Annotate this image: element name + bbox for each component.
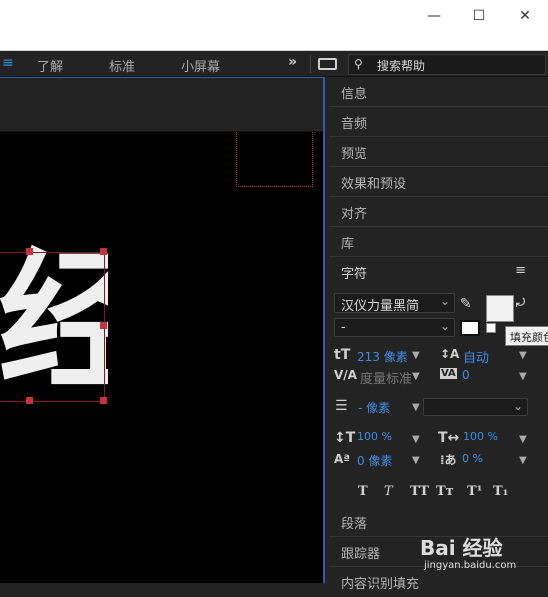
maximize-icon: ☐ [472, 7, 486, 24]
eyedropper-icon[interactable]: ✎ [460, 296, 472, 312]
chevron-down-icon[interactable]: ▼ [412, 350, 420, 361]
minimize-icon: — [427, 7, 441, 24]
panel-character[interactable]: 字符 ≡ [329, 257, 548, 287]
panel-effects-presets[interactable]: 效果和预设 [329, 167, 548, 197]
stroke-width-icon: ☰ [335, 398, 348, 414]
search-help-input[interactable]: ⚲ 搜索帮助 [348, 54, 546, 75]
composition-header [0, 78, 323, 132]
chevron-down-icon: ⌄ [439, 319, 450, 333]
font-size-value[interactable]: 213 像素 [357, 348, 408, 365]
leading-value[interactable]: 自动 [463, 347, 489, 366]
transform-handle[interactable] [26, 397, 33, 404]
faux-italic-button[interactable]: T [384, 484, 393, 499]
text-layer-glyph[interactable]: 经 [0, 243, 108, 403]
all-caps-button[interactable]: TT [410, 484, 429, 499]
kerning-value[interactable]: 度量标准 [360, 368, 412, 387]
fill-color-swatch[interactable] [486, 295, 514, 322]
font-size-icon: tT [334, 347, 351, 363]
leading-icon: ↕A [440, 347, 460, 361]
faux-bold-button[interactable]: T [358, 484, 368, 499]
tsume-value[interactable]: 0 % [462, 452, 483, 465]
panel-info[interactable]: 信息 [329, 77, 548, 107]
baseline-shift-icon: Aª [334, 452, 351, 466]
close-icon: ✕ [519, 7, 531, 24]
small-caps-button[interactable]: Tт [436, 484, 454, 499]
panel-align[interactable]: 对齐 [329, 197, 548, 227]
workspace-small-screen[interactable]: 小屏幕 [181, 56, 220, 75]
chevron-down-icon: ⌄ [439, 294, 450, 308]
tsume-icon: ⁞あ [440, 453, 457, 467]
chevron-down-icon[interactable]: ▼ [412, 402, 420, 413]
chevron-down-icon[interactable]: ▼ [519, 455, 527, 466]
font-family-dropdown[interactable]: 汉仪力量黑简 ⌄ [334, 293, 455, 314]
subscript-button[interactable]: T₁ [493, 484, 508, 499]
chevron-down-icon[interactable]: ▼ [412, 434, 420, 445]
search-icon: ⚲ [354, 57, 363, 71]
panel-libraries[interactable]: 库 [329, 227, 548, 257]
watermark-logo: Bai 经验 [420, 536, 503, 560]
tracking-value[interactable]: 0 [462, 368, 470, 382]
tracking-icon: VA [440, 368, 457, 379]
stroke-color-swatch[interactable] [460, 320, 480, 336]
horizontal-scale-value[interactable]: 100 % [463, 430, 498, 443]
title-safe-guide [236, 132, 313, 187]
workspace-bar: ≡ 了解 标准 小屏幕 » ⚲ 搜索帮助 [0, 51, 548, 77]
transform-handle[interactable] [100, 397, 107, 404]
transform-handle[interactable] [26, 248, 33, 255]
watermark-url: jingyan.baidu.com [424, 560, 517, 571]
title-bar: — ☐ ✕ [0, 0, 548, 31]
chevron-down-icon[interactable]: ▼ [519, 434, 527, 445]
bounding-box-top [0, 252, 104, 253]
stroke-style-dropdown[interactable]: ⌄ [423, 398, 528, 416]
kerning-icon: V/A [334, 368, 357, 382]
chevron-down-icon[interactable]: ▼ [519, 371, 527, 382]
no-fill-icon[interactable] [486, 323, 496, 333]
panel-preview[interactable]: 预览 [329, 137, 548, 167]
vertical-scale-value[interactable]: 100 % [357, 430, 392, 443]
composition-viewer[interactable]: 经 [0, 77, 325, 583]
stroke-width-value[interactable]: - 像素 [358, 399, 390, 416]
workspace-learn[interactable]: 了解 [37, 56, 63, 75]
workspace-more-icon[interactable]: » [288, 54, 297, 70]
chevron-down-icon[interactable]: ▼ [519, 350, 527, 361]
tooltip: 填充颜色 [505, 326, 548, 346]
close-button[interactable]: ✕ [502, 0, 548, 31]
workspace-edit-icon[interactable] [318, 58, 337, 70]
toolbar-strip [0, 31, 548, 51]
chevron-down-icon: ⌄ [512, 399, 523, 413]
search-help-placeholder: 搜索帮助 [377, 59, 426, 73]
baseline-shift-value[interactable]: 0 像素 [357, 452, 392, 469]
transform-handle[interactable] [100, 248, 107, 255]
minimize-button[interactable]: — [411, 0, 457, 31]
panel-menu-icon[interactable]: ≡ [515, 263, 526, 278]
workspace-menu-icon[interactable]: ≡ [2, 55, 14, 71]
divider [310, 55, 311, 73]
swap-colors-icon[interactable]: ⤾ [516, 296, 525, 310]
superscript-button[interactable]: T¹ [467, 484, 482, 499]
horizontal-scale-icon: T↔ [438, 430, 460, 446]
transform-handle[interactable] [100, 322, 107, 329]
workspace-standard[interactable]: 标准 [109, 56, 135, 75]
panel-audio[interactable]: 音频 [329, 107, 548, 137]
bounding-box-bottom [0, 401, 104, 402]
vertical-scale-icon: ↕T [334, 430, 356, 446]
maximize-button[interactable]: ☐ [456, 0, 502, 31]
baidu-jingyan-watermark: Bai 经验 jingyan.baidu.com [420, 528, 548, 583]
font-style-dropdown[interactable]: - ⌄ [334, 318, 455, 337]
chevron-down-icon[interactable]: ▼ [412, 455, 420, 466]
chevron-down-icon[interactable]: ▼ [412, 371, 420, 382]
